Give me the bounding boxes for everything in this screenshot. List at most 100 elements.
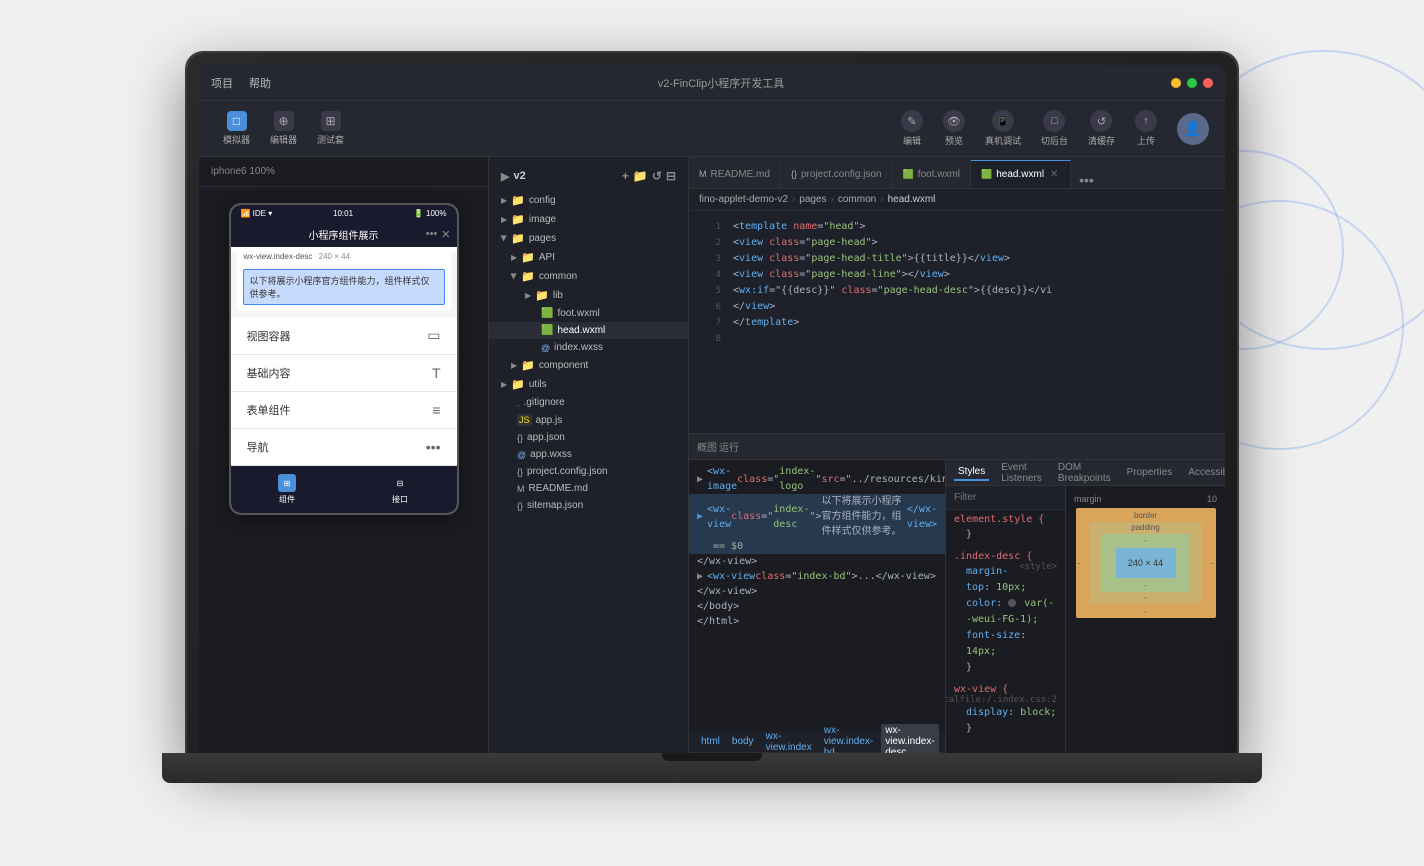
file-item-api[interactable]: ▶ 📁 API	[489, 248, 688, 267]
styles-tab-accessibility[interactable]: Accessibility	[1184, 465, 1225, 480]
json-icon: {}	[517, 433, 523, 443]
more-tabs-button[interactable]: •••	[1071, 172, 1102, 188]
clear-cache-button[interactable]: ↺ 清缓存	[1088, 110, 1115, 147]
phone-section-2[interactable]: 表单组件 ≡	[231, 392, 457, 429]
html-breadcrumb-wx-index[interactable]: wx-view.index	[762, 730, 816, 754]
menu-item-help[interactable]: 帮助	[249, 75, 271, 91]
styles-tab-dom-breakpoints[interactable]: DOM Breakpoints	[1054, 460, 1115, 486]
simulator-label: 模拟器	[223, 133, 250, 146]
html-breadcrumb-wx-index-hd[interactable]: wx-view.index-hd	[820, 724, 877, 753]
file-item-app-json[interactable]: {} app.json	[489, 429, 688, 446]
tab-close-button[interactable]: ✕	[1048, 169, 1060, 181]
devtools-html-tree: ▶ <wx-image class="index-logo" src="../r…	[689, 460, 945, 753]
file-item-gitignore[interactable]: . .gitignore	[489, 394, 688, 411]
wxml-icon: 🟩	[541, 325, 553, 336]
file-item-head-wxml[interactable]: 🟩 head.wxml	[489, 322, 688, 339]
phone-section-3[interactable]: 导航 •••	[231, 429, 457, 466]
wxss-icon: @	[541, 343, 550, 353]
close-button[interactable]	[1203, 78, 1213, 88]
html-breadcrumb-html[interactable]: html	[697, 735, 724, 748]
maximize-button[interactable]	[1187, 78, 1197, 88]
tab-label: project.config.json	[801, 169, 882, 180]
line-number: 6	[697, 299, 721, 315]
simulator-button[interactable]: □ 模拟器	[215, 107, 258, 150]
minimize-button[interactable]	[1171, 78, 1181, 88]
expand-arrow[interactable]: ▶	[697, 569, 703, 584]
element-content-text: 以下将展示小程序官方组件能力，组件样式仅供参考。	[250, 274, 438, 300]
menu-item-project[interactable]: 项目	[211, 75, 233, 91]
breadcrumb-item-2[interactable]: common	[838, 194, 876, 205]
file-name: utils	[529, 379, 547, 390]
phone-nav-components[interactable]: ⊞ 组件	[278, 474, 296, 505]
phone-section-0[interactable]: 视图容器 ▭	[231, 317, 457, 355]
file-name: head.wxml	[557, 325, 605, 336]
tab-foot-wxml[interactable]: 🟩 foot.wxml	[893, 160, 971, 188]
color-swatch	[1008, 599, 1016, 607]
code-editor[interactable]: 1 <template name="head"> 2 <	[689, 211, 1225, 433]
html-breadcrumb-wx-index-desc[interactable]: wx-view.index-desc	[881, 724, 938, 753]
upload-button[interactable]: ↑ 上传	[1135, 110, 1157, 147]
phone-more-icon[interactable]: •••	[426, 228, 438, 241]
test-button[interactable]: ⊞ 测试套	[309, 107, 352, 150]
css-selector: wx-view { localfile:/.index.css:2	[954, 684, 1057, 695]
new-file-icon[interactable]: +	[622, 169, 629, 183]
file-item-app-js[interactable]: JS app.js	[489, 411, 688, 429]
test-icon: ⊞	[321, 111, 341, 131]
tab-readme[interactable]: M README.md	[689, 160, 781, 188]
chevron-open-icon: ▶	[510, 273, 519, 279]
file-panel: ▶ v2 + 📁 ↺ ⊟ ▶ 📁 config	[489, 157, 689, 753]
device-debug-button[interactable]: 📱 真机调试	[985, 110, 1021, 147]
tab-project-config[interactable]: {} project.config.json	[781, 160, 893, 188]
phone-section-1[interactable]: 基础内容 T	[231, 355, 457, 392]
file-item-image[interactable]: ▶ 📁 image	[489, 210, 688, 229]
user-avatar[interactable]: 👤	[1177, 113, 1209, 145]
styles-tab-event-listeners[interactable]: Event Listeners	[997, 460, 1046, 486]
file-item-sitemap[interactable]: {} sitemap.json	[489, 497, 688, 514]
refresh-icon[interactable]: ↺	[652, 169, 662, 183]
expand-arrow[interactable]: ▶	[697, 509, 703, 524]
line-number: 5	[697, 283, 721, 299]
file-item-project-config[interactable]: {} project.config.json	[489, 463, 688, 480]
phone-title-actions: ••• ✕	[426, 228, 451, 241]
root-folder-icon: ▶	[501, 170, 509, 183]
styles-tab-properties[interactable]: Properties	[1123, 465, 1177, 480]
preview-button[interactable]: 👁 预览	[943, 110, 965, 147]
file-item-app-wxss[interactable]: @ app.wxss	[489, 446, 688, 463]
file-item-lib[interactable]: ▶ 📁 lib	[489, 286, 688, 305]
line-number: 2	[697, 235, 721, 251]
file-item-index-wxss[interactable]: @ index.wxss	[489, 339, 688, 356]
folder-icon: 📁	[511, 232, 525, 245]
edit-button[interactable]: ✎ 编辑	[901, 110, 923, 147]
file-item-component[interactable]: ▶ 📁 component	[489, 356, 688, 375]
styles-tab-styles[interactable]: Styles	[954, 464, 989, 481]
file-item-foot-wxml[interactable]: 🟩 foot.wxml	[489, 305, 688, 322]
collapse-icon[interactable]: ⊟	[666, 169, 676, 183]
breadcrumb-item-1[interactable]: pages	[799, 194, 826, 205]
box-model-panel: margin 10 -	[1065, 486, 1225, 753]
new-folder-icon[interactable]: 📁	[633, 169, 648, 183]
css-source: localfile:/.index.css:2	[946, 695, 1057, 705]
upload-icon: ↑	[1135, 110, 1157, 132]
html-breadcrumb-body[interactable]: body	[728, 735, 758, 748]
file-item-config[interactable]: ▶ 📁 config	[489, 191, 688, 210]
background-icon: □	[1043, 110, 1065, 132]
editor-label: 编辑器	[270, 133, 297, 146]
file-item-pages[interactable]: ▶ 📁 pages	[489, 229, 688, 248]
file-item-readme[interactable]: M README.md	[489, 480, 688, 497]
background-button[interactable]: □ 切后台	[1041, 110, 1068, 147]
window-title: v2-FinClip小程序开发工具	[271, 75, 1171, 91]
file-name: .gitignore	[524, 397, 565, 408]
file-item-utils[interactable]: ▶ 📁 utils	[489, 375, 688, 394]
chevron-icon: ▶	[501, 380, 507, 389]
file-item-common[interactable]: ▶ 📁 common	[489, 267, 688, 286]
filter-input[interactable]	[954, 492, 1065, 503]
tab-head-wxml[interactable]: 🟩 head.wxml ✕	[971, 160, 1071, 188]
editor-button[interactable]: ⊕ 编辑器	[262, 107, 305, 150]
simulator-icon: □	[227, 111, 247, 131]
phone-nav-api[interactable]: ⊟ 接口	[391, 474, 409, 505]
devtools-content: ▶ <wx-image class="index-logo" src="../r…	[689, 460, 1225, 753]
phone-close-icon[interactable]: ✕	[441, 228, 450, 241]
breadcrumb-item-0[interactable]: fino-applet-demo-v2	[699, 194, 788, 205]
expand-arrow[interactable]: ▶	[697, 472, 703, 487]
file-name: lib	[553, 290, 563, 301]
